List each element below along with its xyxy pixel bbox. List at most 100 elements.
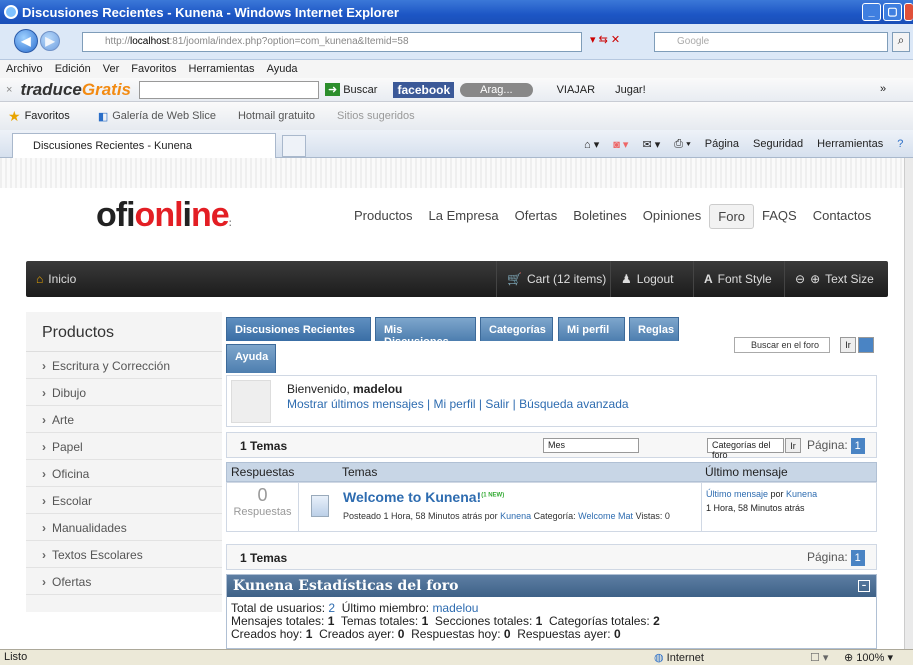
nav-boletines[interactable]: Boletines xyxy=(565,204,634,229)
header-stripe xyxy=(0,158,904,188)
link-advanced-search[interactable]: Búsqueda avanzada xyxy=(519,397,628,411)
forum-stats: Kunena Estadísticas del foro – Total de u… xyxy=(226,574,877,649)
herramientas-menu[interactable]: Herramientas xyxy=(817,138,883,151)
favorites-button[interactable]: Favoritos xyxy=(25,110,70,122)
nav-opiniones[interactable]: Opiniones xyxy=(635,204,710,229)
tab-discusiones-recientes[interactable]: Discusiones Recientes xyxy=(226,317,371,341)
last-author-link[interactable]: Kunena xyxy=(786,489,817,499)
page-1-button[interactable]: 1 xyxy=(850,438,865,454)
refresh-stop-icons[interactable]: ▾ ⇆ ✕ xyxy=(590,33,648,51)
link-my-profile[interactable]: Mi perfil xyxy=(434,397,476,411)
close-button[interactable] xyxy=(904,3,913,21)
menu-edicion[interactable]: Edición xyxy=(55,63,91,75)
text-size-minus-icon[interactable]: ⊖ xyxy=(795,261,805,297)
facebook-button[interactable]: facebook xyxy=(393,81,455,98)
new-tab-button[interactable] xyxy=(282,135,306,157)
help-icon[interactable]: ? xyxy=(897,138,903,151)
period-select[interactable]: Mes xyxy=(543,438,639,453)
text-size-plus-icon[interactable]: ⊕ xyxy=(810,261,820,297)
forum-search-input[interactable]: Buscar en el foro xyxy=(734,337,830,353)
logout-link[interactable]: ♟ Logout xyxy=(610,261,683,297)
forum-search-go-button[interactable]: Ir xyxy=(840,337,856,353)
menu-ayuda[interactable]: Ayuda xyxy=(267,63,298,75)
tab-reglas[interactable]: Reglas xyxy=(629,317,679,341)
category-select[interactable]: Categorías del foro xyxy=(707,438,784,460)
sidebar-item[interactable]: Oficina xyxy=(26,460,222,487)
browser-tab[interactable]: Discusiones Recientes - Kunena xyxy=(12,133,276,158)
tab-ayuda[interactable]: Ayuda xyxy=(226,344,276,373)
radio-player[interactable]: Arag... xyxy=(460,82,533,97)
collapse-stats-icon[interactable]: – xyxy=(858,580,870,592)
link-logout[interactable]: Salir xyxy=(485,397,509,411)
forward-icon[interactable]: ▶ xyxy=(40,31,60,51)
welcome-links: Mostrar últimos mensajes | Mi perfil | S… xyxy=(287,397,629,411)
nav-la-empresa[interactable]: La Empresa xyxy=(421,204,507,229)
zoom-control[interactable]: ⊕ 100% ▾ xyxy=(844,651,893,664)
print-icon[interactable]: ⎙ ▾ xyxy=(674,138,690,151)
address-bar[interactable]: http://localhost:81/joomla/index.php?opt… xyxy=(82,32,582,52)
sidebar-item[interactable]: Escolar xyxy=(26,487,222,514)
category-link[interactable]: Welcome Mat xyxy=(578,511,633,521)
topic-meta: Posteado 1 Hora, 58 Minutos atrás por Ku… xyxy=(343,511,670,521)
translate-input[interactable] xyxy=(139,80,319,99)
nav-faqs[interactable]: FAQS xyxy=(754,204,805,229)
tab-mis-discusiones[interactable]: Mis Discusiones xyxy=(375,317,476,348)
link-latest-messages[interactable]: Mostrar últimos mensajes xyxy=(287,397,424,411)
nav-productos[interactable]: Productos xyxy=(346,204,421,229)
last-post-link[interactable]: Último mensaje xyxy=(706,489,768,499)
maximize-button[interactable]: ▢ xyxy=(883,3,902,21)
gallery-link[interactable]: Galería de Web Slice xyxy=(112,110,216,122)
inicio-link[interactable]: ⌂ Inicio xyxy=(26,261,86,297)
seguridad-menu[interactable]: Seguridad xyxy=(753,138,803,151)
nav-ofertas[interactable]: Ofertas xyxy=(507,204,566,229)
sidebar-item[interactable]: Ofertas xyxy=(26,568,222,595)
category-go-button[interactable]: Ir xyxy=(785,438,801,453)
page-1-button-bottom[interactable]: 1 xyxy=(850,550,865,566)
chevron-more-icon[interactable]: » xyxy=(880,83,886,95)
home-icon[interactable]: ⌂ ▾ xyxy=(584,138,599,151)
jugar-button[interactable]: Jugar! xyxy=(615,84,646,96)
mail-icon[interactable]: ✉ ▾ xyxy=(642,138,660,151)
collapse-icon[interactable] xyxy=(858,337,874,353)
font-style-button[interactable]: A Font Style xyxy=(693,261,782,297)
buscar-button[interactable]: Buscar xyxy=(343,84,377,96)
search-icon[interactable]: ⌕ xyxy=(892,32,910,52)
sidebar-item[interactable]: Textos Escolares xyxy=(26,541,222,568)
stats-body: Total de usuarios: 2 Último miembro: mad… xyxy=(231,601,660,641)
menu-favoritos[interactable]: Favoritos xyxy=(131,63,176,75)
users-link[interactable]: 2 xyxy=(328,601,335,615)
page-viewport: ofionline: Productos La Empresa Ofertas … xyxy=(0,158,904,649)
minimize-button[interactable]: _ xyxy=(862,3,881,21)
zone-label: Internet xyxy=(666,652,704,664)
pagina-menu[interactable]: Página xyxy=(705,138,739,151)
close-toolbar-icon[interactable]: × xyxy=(6,84,12,96)
ofionline-logo[interactable]: ofionline: xyxy=(96,196,232,235)
viajar-button[interactable]: VIAJAR xyxy=(557,84,596,96)
search-input[interactable]: Google xyxy=(654,32,888,52)
sidebar-item[interactable]: Dibujo xyxy=(26,379,222,406)
cart-link[interactable]: 🛒 Cart (12 items) xyxy=(496,261,616,297)
menu-archivo[interactable]: Archivo xyxy=(6,63,43,75)
sidebar-item[interactable]: Papel xyxy=(26,433,222,460)
tab-mi-perfil[interactable]: Mi perfil xyxy=(558,317,625,341)
status-bar: Listo ◍ Internet ☐ ▾ ⊕ 100% ▾ xyxy=(0,649,913,665)
text-size-button[interactable]: ⊖ ⊕ Text Size xyxy=(784,261,884,297)
nav-foro[interactable]: Foro xyxy=(709,204,755,229)
suggested-sites-link[interactable]: Sitios sugeridos xyxy=(337,110,415,122)
nav-contactos[interactable]: Contactos xyxy=(805,204,880,229)
vertical-scrollbar[interactable] xyxy=(904,158,913,649)
author-link[interactable]: Kunena xyxy=(500,511,531,521)
sidebar-item[interactable]: Arte xyxy=(26,406,222,433)
hotmail-link[interactable]: Hotmail gratuito xyxy=(238,110,315,122)
rss-icon[interactable]: ◙ ▾ xyxy=(613,138,628,151)
protected-mode-icon[interactable]: ☐ ▾ xyxy=(810,651,828,664)
tab-categorias[interactable]: Categorías xyxy=(480,317,553,341)
menu-ver[interactable]: Ver xyxy=(103,63,120,75)
col-respuestas: Respuestas xyxy=(231,465,295,479)
menu-herramientas[interactable]: Herramientas xyxy=(189,63,255,75)
back-icon[interactable]: ◀ xyxy=(14,29,38,53)
sidebar-item[interactable]: Escritura y Corrección xyxy=(26,352,222,379)
sidebar-item[interactable]: Manualidades xyxy=(26,514,222,541)
member-link[interactable]: madelou xyxy=(432,601,478,615)
topic-title[interactable]: Welcome to Kunena!(1 NEW) xyxy=(343,489,504,505)
